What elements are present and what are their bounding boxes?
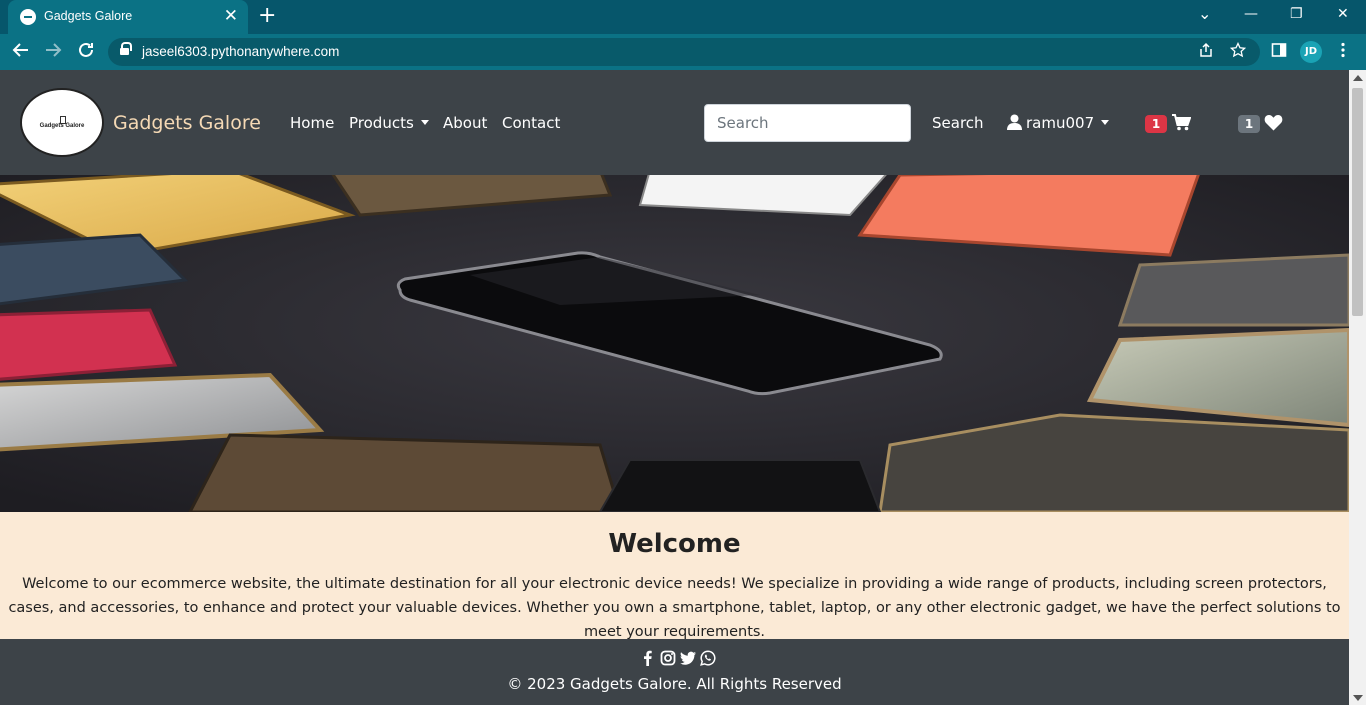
scroll-thumb[interactable] [1352,88,1363,316]
chevron-down-icon [1101,120,1110,125]
search-button[interactable]: Search [932,114,984,132]
copyright-text: © 2023 Gadgets Galore. All Rights Reserv… [507,675,842,693]
browser-menu-icon[interactable] [1340,42,1346,62]
profile-avatar[interactable]: JD [1300,41,1322,63]
hero-phones-image [0,175,1349,512]
back-icon[interactable] [12,41,30,64]
welcome-title: Welcome [608,529,741,559]
window-close-icon[interactable]: ✕ [1337,6,1349,22]
twitter-icon[interactable] [680,650,696,666]
brand-name[interactable]: Gadgets Galore [113,112,261,134]
wishlist-count-badge: 1 [1238,115,1260,133]
minimize-icon[interactable]: — [1244,6,1258,22]
browser-toolbar: jaseel6303.pythonanywhere.com JD [0,34,1366,70]
favicon-icon [20,9,36,25]
instagram-icon[interactable] [660,650,676,666]
browser-tabstrip: Gadgets Galore ✕ + ⌄ — ❐ ✕ [0,0,1366,34]
scroll-down-icon[interactable] [1353,695,1363,701]
reload-icon[interactable] [77,41,95,64]
tab-search-icon[interactable]: ⌄ [1198,4,1211,23]
tab-title: Gadgets Galore [44,9,133,23]
search-input[interactable] [704,104,911,142]
scroll-up-icon[interactable] [1353,75,1363,81]
page-scrollbar[interactable] [1349,70,1366,705]
cart-icon[interactable] [1172,114,1191,131]
welcome-text: Welcome to our ecommerce website, the ul… [8,576,1341,640]
facebook-icon[interactable] [640,650,656,666]
cart-count-badge: 1 [1145,115,1167,133]
hero-banner [0,175,1349,512]
logo-text: Gadgets Galore [39,123,85,129]
nav-contact[interactable]: Contact [502,114,560,132]
page-viewport: Gadgets Galore Gadgets Galore Home Produ… [0,70,1349,705]
heart-icon[interactable] [1264,114,1283,131]
whatsapp-icon[interactable] [700,650,716,666]
welcome-section: Welcome Welcome to our ecommerce website… [0,512,1349,640]
lock-icon[interactable] [120,42,132,57]
new-tab-icon[interactable]: + [258,4,276,28]
username: ramu007 [1026,114,1095,132]
browser-tab[interactable]: Gadgets Galore ✕ [8,0,248,34]
nav-products-label: Products [349,114,414,132]
forward-icon[interactable] [44,41,62,64]
user-menu[interactable]: ramu007 [1007,114,1110,132]
user-icon [1007,114,1022,130]
bookmark-star-icon[interactable] [1229,41,1247,62]
share-icon[interactable] [1198,42,1214,62]
tab-close-icon[interactable]: ✕ [224,7,238,25]
site-logo[interactable]: Gadgets Galore [20,88,104,157]
address-bar[interactable]: jaseel6303.pythonanywhere.com [108,38,1260,66]
nav-home[interactable]: Home [290,114,334,132]
nav-about[interactable]: About [443,114,487,132]
social-links [640,650,716,668]
site-navbar: Gadgets Galore Gadgets Galore Home Produ… [0,70,1349,175]
url-text[interactable]: jaseel6303.pythonanywhere.com [142,44,339,59]
site-footer: © 2023 Gadgets Galore. All Rights Reserv… [0,639,1349,705]
chevron-down-icon [420,120,429,125]
restore-icon[interactable]: ❐ [1290,6,1303,22]
nav-products[interactable]: Products [349,114,429,132]
side-panel-icon[interactable] [1271,42,1287,62]
